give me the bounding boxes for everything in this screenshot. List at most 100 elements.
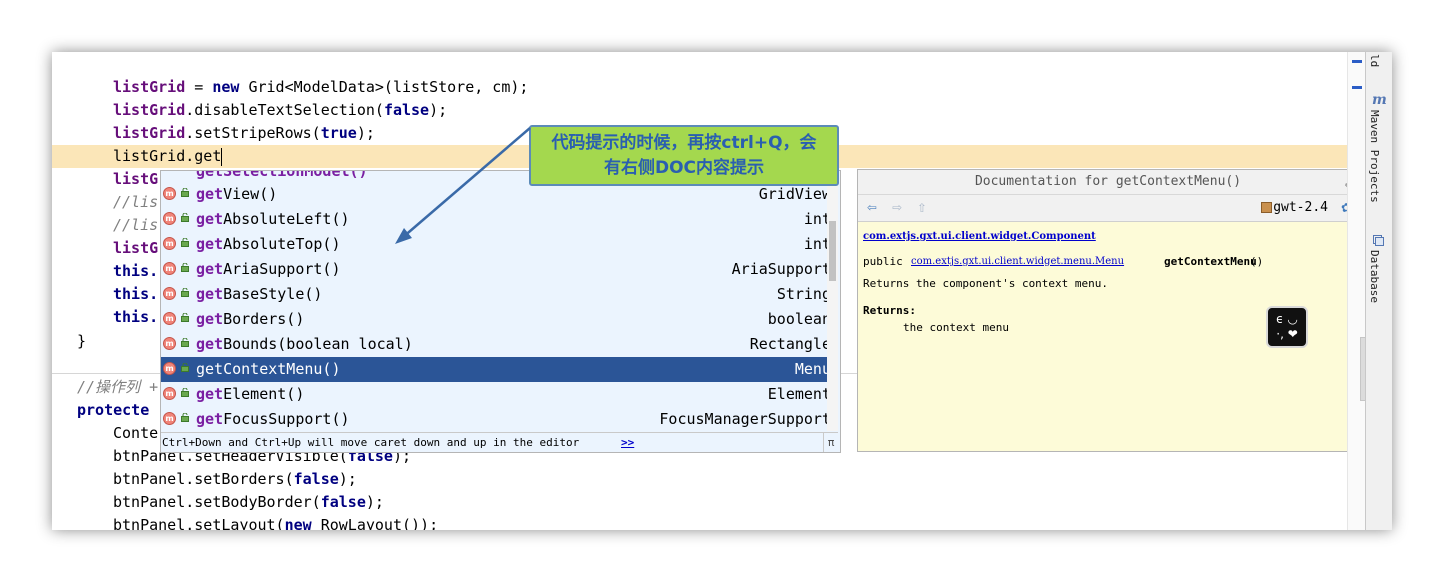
code-line-fragment: //lis bbox=[113, 193, 159, 211]
completion-footer: Ctrl+Down and Ctrl+Up will move caret do… bbox=[161, 432, 838, 452]
code-token: listGrid bbox=[113, 101, 186, 119]
library-jar-icon bbox=[1261, 202, 1272, 213]
completion-match-prefix: get bbox=[196, 260, 224, 278]
code-token: new bbox=[212, 78, 240, 96]
side-tab-fragment[interactable]: ld bbox=[1368, 54, 1381, 67]
completion-item[interactable]: m getAriaSupport() AriaSupport bbox=[161, 257, 838, 282]
method-icon: m bbox=[163, 312, 176, 325]
completion-item-rest: ContextMenu() bbox=[223, 360, 341, 378]
completion-item[interactable]: m getFocusSupport() FocusManagerSupport bbox=[161, 407, 838, 432]
doc-class-link[interactable]: com.extjs.gxt.ui.client.widget.Component bbox=[863, 231, 1096, 242]
completion-item-icons: m bbox=[163, 187, 193, 201]
code-token: ); bbox=[356, 124, 375, 142]
code-line[interactable]: listGrid = new Grid<ModelData>(listStore… bbox=[113, 76, 528, 99]
library-name: gwt-2.4 bbox=[1273, 200, 1328, 215]
completion-item-type: FocusManagerSupport bbox=[659, 410, 831, 428]
completion-item-icons: m bbox=[163, 262, 193, 276]
completion-item-type: AriaSupport bbox=[731, 260, 831, 278]
code-token: = bbox=[185, 78, 213, 96]
code-line[interactable]: btnPanel.setBodyBorder(false); bbox=[113, 491, 384, 514]
public-access-icon bbox=[181, 288, 189, 297]
code-editor[interactable]: listGrid = new Grid<ModelData>(listStore… bbox=[52, 52, 1352, 530]
code-line[interactable]: btnPanel.setBorders(false); bbox=[113, 468, 357, 491]
code-token: false bbox=[320, 493, 366, 511]
code-token: true bbox=[320, 124, 357, 142]
forward-arrow-icon[interactable]: ⇨ bbox=[889, 198, 905, 216]
error-stripe-mark[interactable] bbox=[1352, 60, 1362, 63]
completion-match-prefix: get bbox=[196, 385, 224, 403]
comment-line: //操作列 + bbox=[77, 378, 159, 396]
completion-item[interactable]: m getContextMenu() Menu bbox=[161, 357, 838, 382]
public-access-icon bbox=[181, 263, 189, 272]
completion-item-type: Menu bbox=[794, 360, 831, 378]
completion-item[interactable]: m getAbsoluteTop() int bbox=[161, 232, 838, 257]
emoji-sticker: ϵ ◡ ·, ❤ bbox=[1266, 306, 1308, 348]
completion-item-name: getAbsoluteTop() bbox=[196, 232, 341, 257]
database-icon bbox=[1373, 235, 1384, 246]
code-line-fragment: listG bbox=[113, 239, 159, 257]
pi-icon[interactable]: π bbox=[823, 433, 838, 452]
completion-item[interactable]: m getElement() Element bbox=[161, 382, 838, 407]
code-token: listGrid bbox=[113, 78, 186, 96]
completion-item[interactable]: m getBounds(boolean local) Rectangle bbox=[161, 332, 838, 357]
code-completion-popup[interactable]: getSelectionModel() GridSelectionModel<M… bbox=[160, 170, 841, 453]
doc-returns-label: Returns: bbox=[863, 304, 916, 317]
code-token: new bbox=[284, 516, 312, 530]
up-arrow-icon[interactable]: ⇧ bbox=[914, 198, 930, 216]
code-line-fragment: this. bbox=[113, 285, 159, 303]
completion-item-name: getElement() bbox=[196, 382, 304, 407]
doc-modifier: public bbox=[863, 255, 903, 268]
completion-item-type: String bbox=[776, 285, 831, 303]
ghost-item-name: getSelectionModel() bbox=[196, 170, 368, 180]
code-line[interactable]: btnPanel.setLayout(new RowLayout()); bbox=[113, 514, 438, 530]
completion-item-rest: Borders() bbox=[223, 310, 305, 328]
maven-icon: m bbox=[1372, 92, 1387, 108]
completion-scroll-thumb[interactable] bbox=[829, 221, 836, 281]
completion-item-rest: Bounds(boolean local) bbox=[223, 335, 413, 353]
completion-item-name: getView() bbox=[196, 182, 277, 207]
code-token: Grid<ModelData>(listStore, cm); bbox=[239, 78, 529, 96]
public-access-icon bbox=[181, 363, 189, 372]
completion-item[interactable]: m getBaseStyle() String bbox=[161, 282, 838, 307]
completion-match-prefix: get bbox=[196, 360, 224, 378]
database-tab[interactable]: Database bbox=[1368, 250, 1381, 303]
back-arrow-icon[interactable]: ⇦ bbox=[864, 198, 880, 216]
method-icon: m bbox=[163, 287, 176, 300]
completion-match-prefix: get bbox=[196, 235, 224, 253]
code-line[interactable]: listGrid.setStripeRows(true); bbox=[113, 122, 375, 145]
completion-scrollbar[interactable] bbox=[827, 171, 838, 431]
method-icon: m bbox=[163, 362, 176, 375]
completion-item[interactable]: m getAbsoluteLeft() int bbox=[161, 207, 838, 232]
tool-window-strip: ld m Maven Projects Database bbox=[1365, 52, 1392, 530]
code-line[interactable]: listGrid.disableTextSelection(false); bbox=[113, 99, 447, 122]
sticker-row-2: ·, ❤ bbox=[1276, 327, 1298, 341]
error-stripe-mark[interactable] bbox=[1352, 86, 1362, 89]
completion-item-type: Rectangle bbox=[749, 335, 831, 353]
completion-match-prefix: get bbox=[196, 335, 224, 353]
completion-item-type: boolean bbox=[767, 310, 831, 328]
callout-line-2: 有右侧DOC内容提示 bbox=[603, 158, 765, 178]
completion-match-prefix: get bbox=[196, 185, 224, 203]
code-token: .setStripeRows( bbox=[185, 124, 321, 142]
completion-match-prefix: get bbox=[196, 310, 224, 328]
code-token: btnPanel.setBorders( bbox=[113, 470, 294, 488]
public-access-icon bbox=[181, 388, 189, 397]
completion-item-name: getAriaSupport() bbox=[196, 257, 341, 282]
current-code-line[interactable]: listGrid.get bbox=[113, 145, 223, 168]
completion-item-rest: AbsoluteTop() bbox=[223, 235, 341, 253]
completion-footer-link[interactable]: >> bbox=[621, 433, 634, 452]
doc-description: Returns the component's context menu. bbox=[863, 277, 1109, 290]
public-access-icon bbox=[181, 313, 189, 322]
annotation-callout: 代码提示的时候，再按ctrl+Q，会 有右侧DOC内容提示 bbox=[529, 125, 839, 186]
code-token: ); bbox=[365, 493, 384, 511]
maven-projects-tab[interactable]: Maven Projects bbox=[1368, 110, 1381, 203]
completion-item[interactable]: m getBorders() boolean bbox=[161, 307, 838, 332]
code-line-fragment: this. bbox=[113, 262, 159, 280]
doc-return-type-link[interactable]: com.extjs.gxt.ui.client.widget.menu.Menu bbox=[911, 256, 1124, 267]
code-token: RowLayout()); bbox=[311, 516, 439, 530]
completion-item-icons: m bbox=[163, 387, 193, 401]
code-token: btnPanel.setBodyBorder( bbox=[113, 493, 321, 511]
completion-item-type: Element bbox=[767, 385, 831, 403]
doc-title: Documentation for getContextMenu() bbox=[974, 174, 1242, 189]
code-token: ); bbox=[429, 101, 448, 119]
